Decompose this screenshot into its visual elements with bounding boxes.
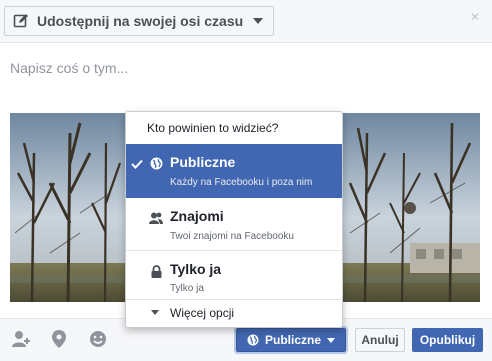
checkmark-icon	[131, 158, 143, 170]
friends-icon	[149, 211, 163, 225]
more-options-button[interactable]: Więcej opcji	[126, 300, 342, 326]
share-target-label: Udostępnij na swojej osi czasu	[37, 13, 244, 29]
post-text-placeholder: Napisz coś o tym...	[10, 60, 129, 76]
chevron-down-icon	[151, 310, 159, 315]
audience-option-subtitle: Twoi znajomi na Facebooku	[170, 231, 294, 242]
location-pin-icon[interactable]	[49, 329, 69, 349]
audience-menu-heading: Kto powinien to widzieć?	[147, 121, 279, 135]
share-target-dropdown[interactable]: Udostępnij na swojej osi czasu	[4, 6, 274, 36]
globe-icon	[247, 334, 259, 346]
smiley-icon[interactable]	[88, 329, 108, 349]
audience-option-subtitle: Każdy na Facebooku i poza nim	[170, 177, 313, 188]
tag-friends-icon[interactable]	[12, 329, 32, 349]
chevron-down-icon	[253, 18, 264, 24]
audience-option-title: Znajomi	[170, 208, 224, 224]
close-icon[interactable]: ×	[468, 10, 482, 26]
more-options-label: Więcej opcji	[170, 306, 235, 320]
audience-option-only-me[interactable]: Tylko ja Tylko ja	[126, 251, 342, 299]
cancel-button[interactable]: Anuluj	[355, 328, 405, 352]
audience-option-title: Publiczne	[170, 154, 236, 170]
lock-icon	[149, 264, 163, 278]
audience-menu: Kto powinien to widzieć? Publiczne Każdy…	[125, 111, 343, 328]
share-dialog-header: Udostępnij na swojej osi czasu ×	[0, 0, 492, 43]
audience-option-public[interactable]: Publiczne Każdy na Facebooku i poza nim	[126, 144, 342, 198]
publish-button[interactable]: Opublikuj	[412, 328, 483, 352]
audience-option-friends[interactable]: Znajomi Twoi znajomi na Facebooku	[126, 198, 342, 250]
post-text-area[interactable]: Napisz coś o tym...	[0, 44, 492, 112]
audience-option-title: Tylko ja	[170, 261, 222, 277]
edit-icon	[13, 13, 29, 29]
globe-icon	[149, 156, 163, 170]
audience-option-subtitle: Tylko ja	[170, 283, 204, 294]
audience-selector-label: Publiczne	[264, 333, 321, 347]
audience-selector-button[interactable]: Publiczne	[234, 326, 348, 354]
chevron-down-icon	[327, 337, 335, 343]
